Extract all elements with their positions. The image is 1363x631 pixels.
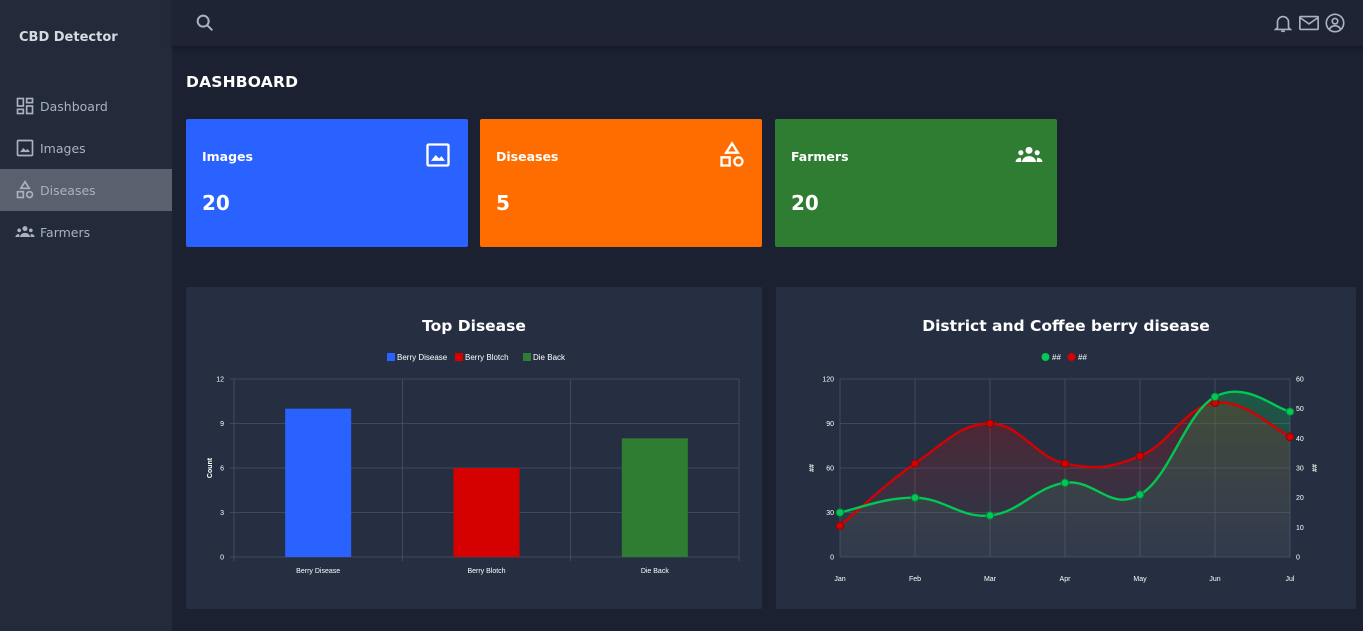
data-point: [1285, 432, 1295, 442]
x-tick-label: Jun: [1209, 576, 1220, 583]
data-point: [1135, 451, 1145, 461]
sidebar-item-label: Dashboard: [40, 98, 108, 114]
stat-card-label: Diseases: [496, 149, 559, 164]
sidebar-item-label: Images: [40, 140, 86, 156]
x-tick-label: Berry Disease: [296, 568, 340, 575]
data-point: [910, 459, 920, 468]
data-point: [1060, 478, 1070, 488]
legend-label: Die Back: [533, 353, 566, 362]
data-point: [1285, 407, 1295, 416]
y-tick-label-left: 90: [826, 421, 834, 428]
y-tick-label: 12: [216, 377, 224, 384]
data-point: [835, 521, 845, 531]
bar: [285, 408, 352, 557]
y-tick-label: 9: [220, 421, 224, 428]
sidebar-item-images[interactable]: Images: [0, 127, 172, 169]
legend-swatch: [387, 353, 395, 361]
top-bar: [172, 0, 1363, 47]
y-axis-label-right: ##: [1312, 464, 1319, 472]
y-tick-label-right: 30: [1296, 466, 1304, 473]
stat-card-images[interactable]: Images 20: [186, 119, 468, 247]
legend-label: ##: [1078, 353, 1087, 362]
sidebar-item-dashboard[interactable]: Dashboard: [0, 85, 172, 127]
y-tick-label: 6: [220, 466, 224, 473]
legend-swatch: [1041, 353, 1050, 361]
top-bar-actions: [1272, 12, 1346, 34]
stat-card-diseases[interactable]: Diseases 5: [480, 119, 762, 247]
y-tick-label: 3: [220, 510, 224, 517]
stat-card-farmers[interactable]: Farmers 20: [775, 119, 1057, 247]
y-tick-label-right: 40: [1296, 436, 1304, 443]
top-disease-panel: Top Disease Berry Disease Berry Blotch Die…: [186, 287, 762, 609]
y-tick-label-right: 50: [1296, 406, 1304, 413]
dashboard-icon: [14, 95, 36, 117]
legend-swatch: [455, 353, 463, 361]
data-point: [1210, 392, 1220, 402]
page-title: DASHBOARD: [186, 73, 299, 91]
y-axis-label-left: ##: [809, 464, 816, 472]
y-tick-label-left: 0: [830, 555, 834, 562]
group-icon: [1013, 141, 1043, 169]
stat-card-value: 20: [202, 191, 230, 215]
account-icon[interactable]: [1324, 12, 1346, 34]
top-disease-chart: Berry Disease Berry Blotch Die Back 0 3 6 9 12 B…: [207, 353, 740, 575]
district-disease-chart: ## ## 0 30 60 90 120 0 10 20 30 40 50 60 Jan Feb Mar Apr M…: [809, 353, 1319, 583]
district-disease-panel: District and Coffee berry disease ## ## 0 3…: [776, 287, 1356, 609]
stat-card-label: Farmers: [791, 149, 849, 164]
y-tick-label: 0: [220, 555, 224, 562]
legend-label: Berry Disease: [397, 353, 448, 362]
image-icon: [424, 141, 452, 169]
x-tick-label: Berry Blotch: [467, 568, 505, 575]
y-tick-label-left: 120: [822, 377, 834, 384]
sidebar-item-diseases[interactable]: Diseases: [0, 169, 172, 211]
x-tick-label: Jul: [1286, 576, 1295, 583]
y-tick-label-right: 0: [1296, 555, 1300, 562]
bar: [621, 438, 688, 557]
legend-swatch: [1067, 353, 1076, 361]
data-point: [1060, 459, 1070, 468]
search-icon[interactable]: [194, 12, 216, 34]
x-tick-label: Feb: [909, 576, 921, 583]
y-axis-label: Count: [207, 457, 214, 478]
data-point: [1135, 490, 1145, 499]
y-tick-label-left: 60: [826, 466, 834, 473]
legend-label: Berry Blotch: [465, 353, 509, 362]
stat-card-value: 20: [791, 191, 819, 215]
x-tick-label: Die Back: [641, 568, 670, 575]
data-point: [910, 493, 920, 502]
x-tick-label: Mar: [984, 576, 997, 583]
x-tick-label: May: [1133, 576, 1147, 583]
bell-icon[interactable]: [1272, 12, 1294, 34]
bar: [453, 468, 520, 557]
x-tick-label: Apr: [1060, 576, 1072, 583]
mail-icon[interactable]: [1298, 12, 1320, 34]
data-point: [835, 508, 845, 517]
y-tick-label-right: 10: [1296, 525, 1304, 532]
sidebar-item-label: Farmers: [40, 224, 91, 240]
data-point: [985, 419, 995, 428]
y-tick-label-left: 30: [826, 510, 834, 517]
legend-label: ##: [1052, 353, 1061, 362]
data-point: [985, 511, 995, 520]
legend-swatch: [523, 353, 531, 361]
image-icon: [14, 137, 36, 159]
brand-title: CBD Detector: [19, 30, 118, 45]
stat-card-label: Images: [202, 149, 253, 164]
sidebar-item-farmers[interactable]: Farmers: [0, 211, 172, 253]
shapes-icon: [718, 141, 746, 169]
y-tick-label-right: 20: [1296, 495, 1304, 502]
y-tick-label-right: 60: [1296, 377, 1304, 384]
sidebar: CBD Detector Dashboard Images Diseases F…: [0, 0, 172, 631]
x-tick-label: Jan: [834, 576, 845, 583]
group-icon: [14, 221, 36, 243]
stat-card-value: 5: [496, 191, 510, 215]
sidebar-item-label: Diseases: [40, 182, 96, 198]
shapes-icon: [14, 179, 36, 201]
